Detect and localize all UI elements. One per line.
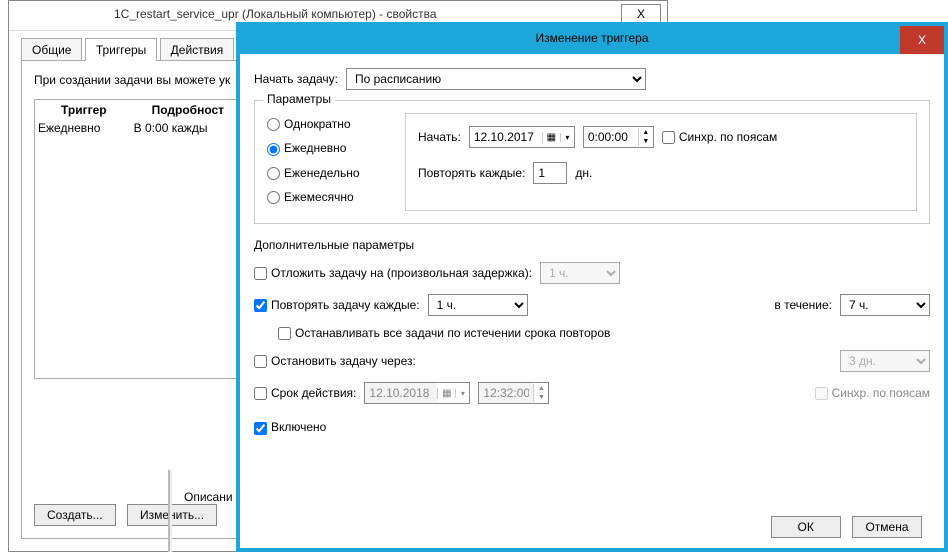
calendar-icon[interactable]: ▦ [542,132,560,143]
begin-task-select[interactable]: По расписанию [346,68,646,90]
repeat-task-checkbox[interactable]: Повторять задачу каждые: [254,298,420,312]
close-icon: X [918,33,926,47]
properties-title: 1C_restart_service_upr (Локальный компью… [114,7,437,21]
create-button[interactable]: Создать... [34,504,116,526]
radio-daily[interactable]: Ежедневно [267,141,387,155]
table-row[interactable]: Ежедневно В 0:00 кажды [37,120,243,136]
delay-select: 1 ч. [540,262,620,284]
repeat-every-input[interactable] [533,162,567,184]
dialog-titlebar[interactable]: Изменение триггера X [240,26,944,54]
sync-tz2-checkbox: Синхр. по поясам [815,386,930,400]
start-label: Начать: [418,130,461,144]
expire-date-input [365,383,437,403]
repeat-every-label: Повторять каждые: [418,166,525,180]
begin-task-label: Начать задачу: [254,72,338,86]
repeat-task-select[interactable]: 1 ч. [428,294,528,316]
tab-triggers[interactable]: Триггеры [85,38,158,61]
expire-time-field: ▲▼ [478,382,549,404]
close-icon: X [637,7,645,21]
dialog-buttons: ОК Отмена [771,516,930,538]
begin-task-row: Начать задачу: По расписанию [254,68,930,90]
tab-actions[interactable]: Действия [160,38,235,61]
expire-time-input [479,383,533,403]
chevron-down-icon: ▾ [455,389,469,398]
duration-label: в течение: [774,298,832,312]
edit-trigger-dialog: Изменение триггера X Начать задачу: По р… [236,22,948,552]
parameters-title: Параметры [263,92,335,106]
cancel-button[interactable]: Отмена [852,516,922,538]
start-time-field[interactable]: ▲▼ [583,126,654,148]
start-time-input[interactable] [584,127,638,147]
expire-checkbox[interactable]: Срок действия: [254,386,356,400]
start-date-input[interactable] [470,127,542,147]
start-date-field[interactable]: ▦ ▾ [469,126,575,148]
description-label: Описани [180,490,237,504]
repeat-every-unit: дн. [575,166,592,180]
additional-params: Дополнительные параметры Отложить задачу… [254,238,930,435]
radio-weekly[interactable]: Еженедельно [267,166,387,180]
cell-trigger: Ежедневно [37,120,131,136]
spin-down-icon[interactable]: ▼ [639,137,653,146]
radio-monthly[interactable]: Ежемесячно [267,190,387,204]
trigger-buttons: Создать... Изменить... [34,504,225,526]
spin-down-icon: ▼ [534,393,548,402]
dialog-title: Изменение триггера [240,31,944,45]
spin-up-icon[interactable]: ▲ [639,128,653,137]
stop-all-checkbox[interactable]: Останавливать все задачи по истечении ср… [278,326,610,340]
schedule-details: Начать: ▦ ▾ ▲▼ Синхр. по поясам [405,113,917,211]
calendar-icon: ▦ [437,388,455,399]
edit-button[interactable]: Изменить... [127,504,217,526]
schedule-radios: Однократно Ежедневно Еженедельно Ежемеся… [267,113,387,211]
col-trigger[interactable]: Триггер [37,102,131,118]
parameters-group: Параметры Однократно Ежедневно Еженедель… [254,100,930,224]
cell-details: В 0:00 кажды [133,120,243,136]
table-header: Триггер Подробност [37,102,243,118]
stop-after-checkbox[interactable]: Остановить задачу через: [254,354,416,368]
enabled-checkbox[interactable]: Включено [254,420,326,434]
properties-close-button[interactable]: X [621,4,661,24]
expire-date-field: ▦ ▾ [364,382,470,404]
dialog-body: Начать задачу: По расписанию Параметры О… [240,54,944,548]
splitter[interactable] [168,470,172,552]
radio-once[interactable]: Однократно [267,117,387,131]
sync-tz-checkbox[interactable]: Синхр. по поясам [662,130,777,144]
ok-button[interactable]: ОК [771,516,841,538]
triggers-table[interactable]: Триггер Подробност Ежедневно В 0:00 кажд… [34,99,246,379]
tab-general[interactable]: Общие [21,38,82,61]
duration-select[interactable]: 7 ч. [840,294,930,316]
delay-checkbox[interactable]: Отложить задачу на (произвольная задержк… [254,266,532,280]
spin-up-icon: ▲ [534,384,548,393]
additional-params-title: Дополнительные параметры [254,238,930,252]
chevron-down-icon[interactable]: ▾ [560,133,574,142]
dialog-close-button[interactable]: X [900,26,944,54]
stop-after-select: 3 дн. [840,350,930,372]
col-details[interactable]: Подробност [133,102,243,118]
